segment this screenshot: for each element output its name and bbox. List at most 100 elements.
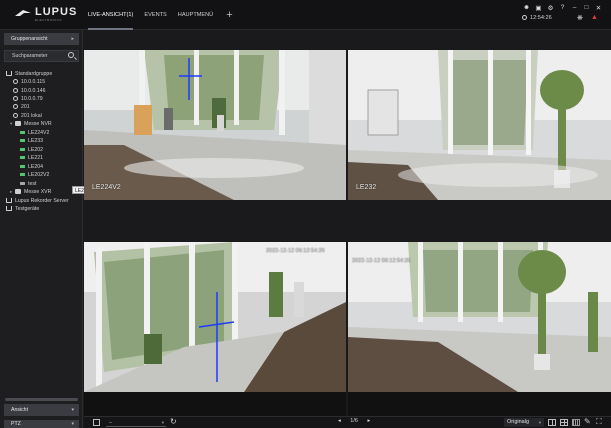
- video-tile-1[interactable]: LE224V2: [84, 50, 346, 200]
- minimize-button[interactable]: –: [571, 4, 578, 12]
- maximize-button[interactable]: □: [583, 4, 590, 12]
- tree-item-device[interactable]: 201 lokal: [13, 112, 42, 120]
- video-frame-4: [348, 242, 611, 392]
- sidebar-scrollbar[interactable]: [5, 398, 78, 401]
- top-bar: LUPUS ELECTRONICS LIVE-ANSICHT(1) EVENTS…: [0, 0, 611, 30]
- video-frame-1: [84, 50, 346, 200]
- video-frame-2: [348, 50, 611, 200]
- clock: 12:54:26: [522, 15, 552, 21]
- logo-text: LUPUS: [35, 6, 78, 18]
- tree-item-device[interactable]: 10.0.0.79: [13, 95, 43, 103]
- video-frame-3: [84, 242, 346, 392]
- camera-icon: [20, 181, 25, 185]
- sidebar: Gruppenansicht ▸ Suchparameter Standardg…: [0, 30, 93, 428]
- camera-icon: [20, 155, 25, 159]
- close-button[interactable]: ✕: [595, 4, 602, 12]
- add-tab-button[interactable]: +: [226, 0, 232, 30]
- tree-item-messe-xvr[interactable]: ▸ Messe XVR: [10, 188, 51, 196]
- next-page-button[interactable]: ▸: [367, 418, 370, 424]
- network-icon: [6, 205, 12, 211]
- tab-events[interactable]: EVENTS: [144, 0, 166, 30]
- network-icon: [6, 70, 12, 76]
- search-label: Suchparameter: [12, 53, 48, 59]
- main-nav: LIVE-ANSICHT(1) EVENTS HAUPTMENÜ +: [88, 0, 233, 30]
- network-icon: [6, 197, 12, 203]
- pager: ◂ 1/6 ▸: [334, 418, 374, 424]
- alert-icon[interactable]: ▲: [591, 14, 598, 21]
- aspect-select-value: Originalg: [507, 419, 530, 425]
- camera-icon: [20, 164, 25, 168]
- video-tile-2[interactable]: LE232: [348, 50, 611, 200]
- timestamp-3: 2022-12-12 06:12:54:26: [266, 248, 325, 254]
- pin-icon: [13, 103, 18, 109]
- chevron-down-icon: ▾: [538, 420, 541, 425]
- fullscreen-icon[interactable]: ⛶: [596, 417, 602, 427]
- logo-subtext: ELECTRONICS: [35, 18, 62, 22]
- camera-icon: [20, 147, 25, 151]
- tree-item-camera[interactable]: LE202V2: [20, 171, 49, 179]
- stream-select[interactable]: – ▾: [106, 419, 166, 427]
- view-label: Ansicht: [11, 407, 29, 413]
- snapshot-icon[interactable]: [93, 419, 100, 426]
- camera-icon: [20, 130, 25, 134]
- view-panel-header[interactable]: Ansicht ▾: [4, 404, 79, 416]
- tree-item-device[interactable]: 10.0.0.115: [13, 78, 45, 86]
- ptz-panel-header[interactable]: PTZ ▾: [4, 420, 79, 428]
- clock-icon: [522, 15, 527, 20]
- layout-custom-icon[interactable]: [572, 419, 580, 426]
- chevron-down-icon: ▾: [71, 407, 74, 413]
- tab-live-view[interactable]: LIVE-ANSICHT(1): [88, 0, 134, 30]
- lupus-logo: LUPUS ELECTRONICS: [14, 6, 76, 22]
- tree-item-testgeraete[interactable]: Testgeräte: [6, 205, 39, 213]
- ptz-label: PTZ: [11, 421, 21, 427]
- camera-icon: [20, 172, 25, 176]
- video-tile-4[interactable]: 2022-12-12 06:12:54:26: [348, 242, 611, 392]
- tree-item-device[interactable]: 10.0.0.146: [13, 87, 46, 95]
- camera-icon: [20, 138, 25, 142]
- group-view-label: Gruppenansicht: [11, 36, 48, 42]
- system-settings-icon[interactable]: ❋: [577, 14, 583, 22]
- search-icon[interactable]: [68, 52, 74, 58]
- tree-item-standardgruppe[interactable]: Standardgruppe: [6, 70, 52, 78]
- user-icon[interactable]: ☻: [523, 4, 530, 12]
- tree-item-camera[interactable]: LE233: [20, 137, 43, 145]
- pin-icon: [13, 112, 18, 118]
- group-view-header[interactable]: Gruppenansicht ▸: [4, 33, 79, 45]
- video-grid: LE224V2 LE232 2022-12-12 06:12:54:26 202…: [84, 30, 611, 416]
- pin-icon: [13, 78, 18, 84]
- help-button[interactable]: ?: [559, 4, 566, 12]
- pin-icon: [13, 87, 18, 93]
- system-tray: ☻ ▣ ⚙ ? – □ ✕ 12:54:26 ❋ ▲: [513, 4, 603, 28]
- logo-mark-icon: [15, 10, 31, 16]
- stream-select-value: –: [109, 420, 112, 426]
- page-indicator: 1/6: [350, 418, 358, 424]
- aspect-select[interactable]: Originalg ▾: [504, 418, 544, 427]
- tree-item-device[interactable]: 201: [13, 103, 30, 111]
- lock-icon[interactable]: ▣: [535, 4, 542, 12]
- layout-2-icon[interactable]: [548, 419, 556, 426]
- edit-icon[interactable]: ✎: [584, 417, 591, 426]
- timestamp-4: 2022-12-12 06:12:54:26: [352, 258, 411, 264]
- camera-label-2: LE232: [356, 184, 377, 191]
- video-tile-3[interactable]: 2022-12-12 06:12:54:26: [84, 242, 346, 392]
- gear-icon[interactable]: ⚙: [547, 4, 554, 12]
- folder-icon: [15, 188, 21, 194]
- tree-item-camera[interactable]: LE202: [20, 146, 43, 154]
- chevron-right-icon: ▸: [71, 36, 74, 42]
- chevron-down-icon: ▾: [71, 421, 74, 427]
- tree-item-recorder-server[interactable]: Lupus Rekorder Server: [6, 197, 69, 205]
- tab-main-menu[interactable]: HAUPTMENÜ: [178, 0, 213, 30]
- chevron-down-icon: ▾: [161, 420, 164, 425]
- refresh-icon[interactable]: ↻: [170, 417, 177, 426]
- search-field[interactable]: Suchparameter: [4, 50, 79, 62]
- tree-item-camera[interactable]: LE204: [20, 163, 43, 171]
- tree-item-camera[interactable]: test: [20, 180, 36, 188]
- tree-item-camera[interactable]: LE221: [20, 154, 43, 162]
- prev-page-button[interactable]: ◂: [338, 418, 341, 424]
- layout-4-icon[interactable]: [560, 419, 568, 426]
- folder-icon: [15, 120, 21, 126]
- tree-item-messe-nvr[interactable]: ▾ Messe NVR: [10, 120, 52, 128]
- pin-icon: [13, 95, 18, 101]
- bottom-toolbar: – ▾ ↻ ◂ 1/6 ▸ Originalg ▾ ✎ ⛶: [84, 416, 611, 428]
- tree-item-camera[interactable]: LE224V2: [20, 129, 49, 137]
